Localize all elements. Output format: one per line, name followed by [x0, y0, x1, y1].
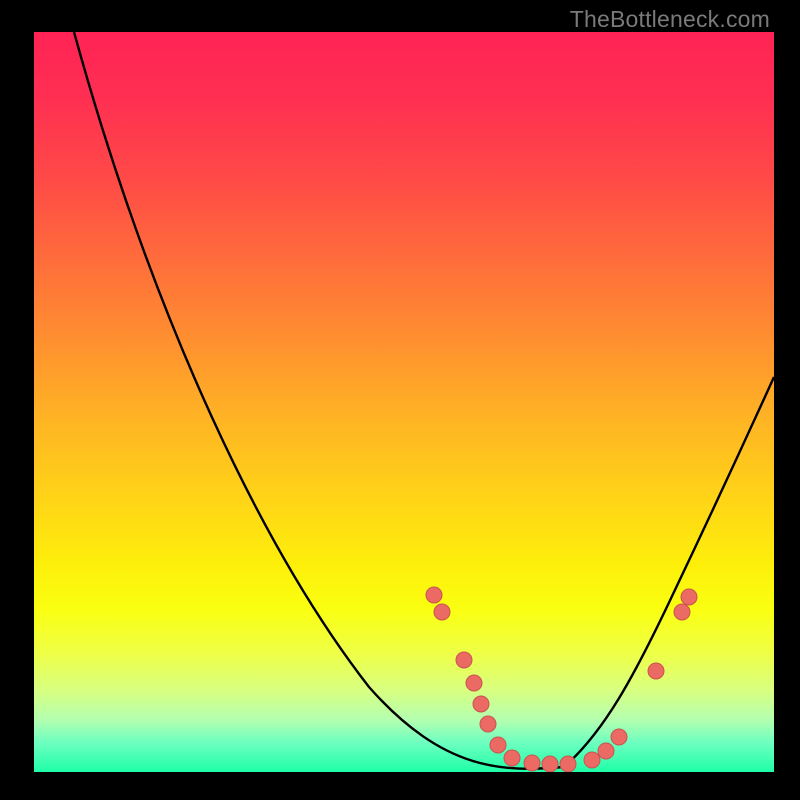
data-point: [542, 756, 558, 772]
data-point: [426, 587, 442, 603]
chart-svg: [34, 32, 774, 772]
data-point: [648, 663, 664, 679]
data-point: [480, 716, 496, 732]
attribution-text: TheBottleneck.com: [570, 6, 770, 33]
data-point: [674, 604, 690, 620]
data-point: [560, 756, 576, 772]
data-point: [584, 752, 600, 768]
bottleneck-curve: [74, 32, 774, 769]
data-point: [466, 675, 482, 691]
data-point: [681, 589, 697, 605]
data-point: [490, 737, 506, 753]
data-point: [456, 652, 472, 668]
data-point: [473, 696, 489, 712]
data-point: [524, 755, 540, 771]
marker-group: [426, 587, 697, 772]
data-point: [434, 604, 450, 620]
data-point: [598, 743, 614, 759]
data-point: [504, 750, 520, 766]
data-point: [611, 729, 627, 745]
